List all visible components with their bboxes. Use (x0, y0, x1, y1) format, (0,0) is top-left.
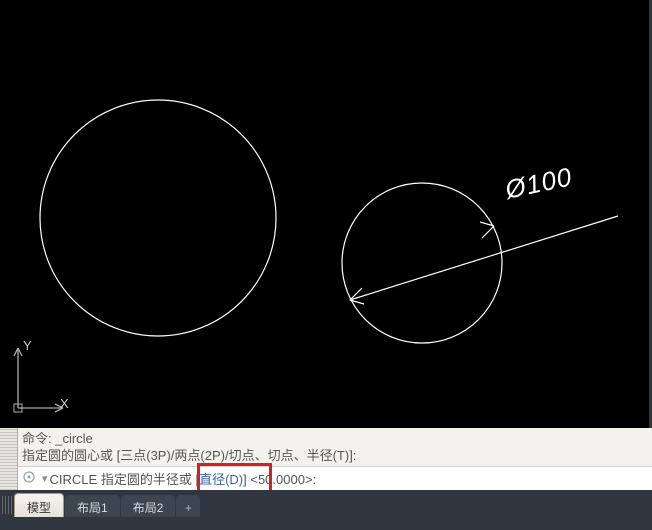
tab-layout1[interactable]: 布局1 (65, 495, 120, 517)
command-icon (18, 470, 40, 487)
history-line-2: 指定圆的圆心或 [三点(3P)/两点(2P)/切点、切点、半径(T)]: (22, 447, 648, 464)
command-prompt-text: CIRCLE 指定圆的半径或 [直径(D)] <50.0000>: (50, 469, 317, 488)
dim-arrow-2a (482, 226, 494, 238)
dimension-line (350, 216, 618, 300)
command-text-input[interactable] (316, 471, 652, 486)
tab-layout2[interactable]: 布局2 (121, 495, 176, 517)
drawing-canvas[interactable]: Ø100 Y X (0, 0, 652, 428)
tab-model[interactable]: 模型 (14, 493, 64, 517)
drawing-svg (0, 0, 652, 428)
command-chevron-icon: ▾ (40, 472, 50, 485)
ucs-y-label: Y (23, 338, 32, 353)
ucs-icon: Y X (8, 338, 68, 418)
tab-drag-handle[interactable] (2, 496, 12, 514)
circle-large (40, 100, 276, 336)
command-history[interactable]: 命令: _circle 指定圆的圆心或 [三点(3P)/两点(2P)/切点、切点… (18, 428, 652, 466)
circle-small (342, 183, 502, 343)
history-line-1: 命令: _circle (22, 430, 648, 447)
command-drag-handle[interactable] (0, 428, 18, 490)
command-input-row[interactable]: ▾ CIRCLE 指定圆的半径或 [直径(D)] <50.0000>: (18, 466, 652, 490)
command-option-diameter[interactable]: 直径(D) (199, 472, 243, 487)
command-keyword: CIRCLE (50, 472, 98, 487)
layout-tab-bar: 模型 布局1 布局2 + (0, 490, 652, 530)
layout-tabs: 模型 布局1 布局2 + (14, 492, 201, 517)
tab-add-button[interactable]: + (176, 495, 200, 517)
ucs-x-label: X (60, 396, 69, 411)
